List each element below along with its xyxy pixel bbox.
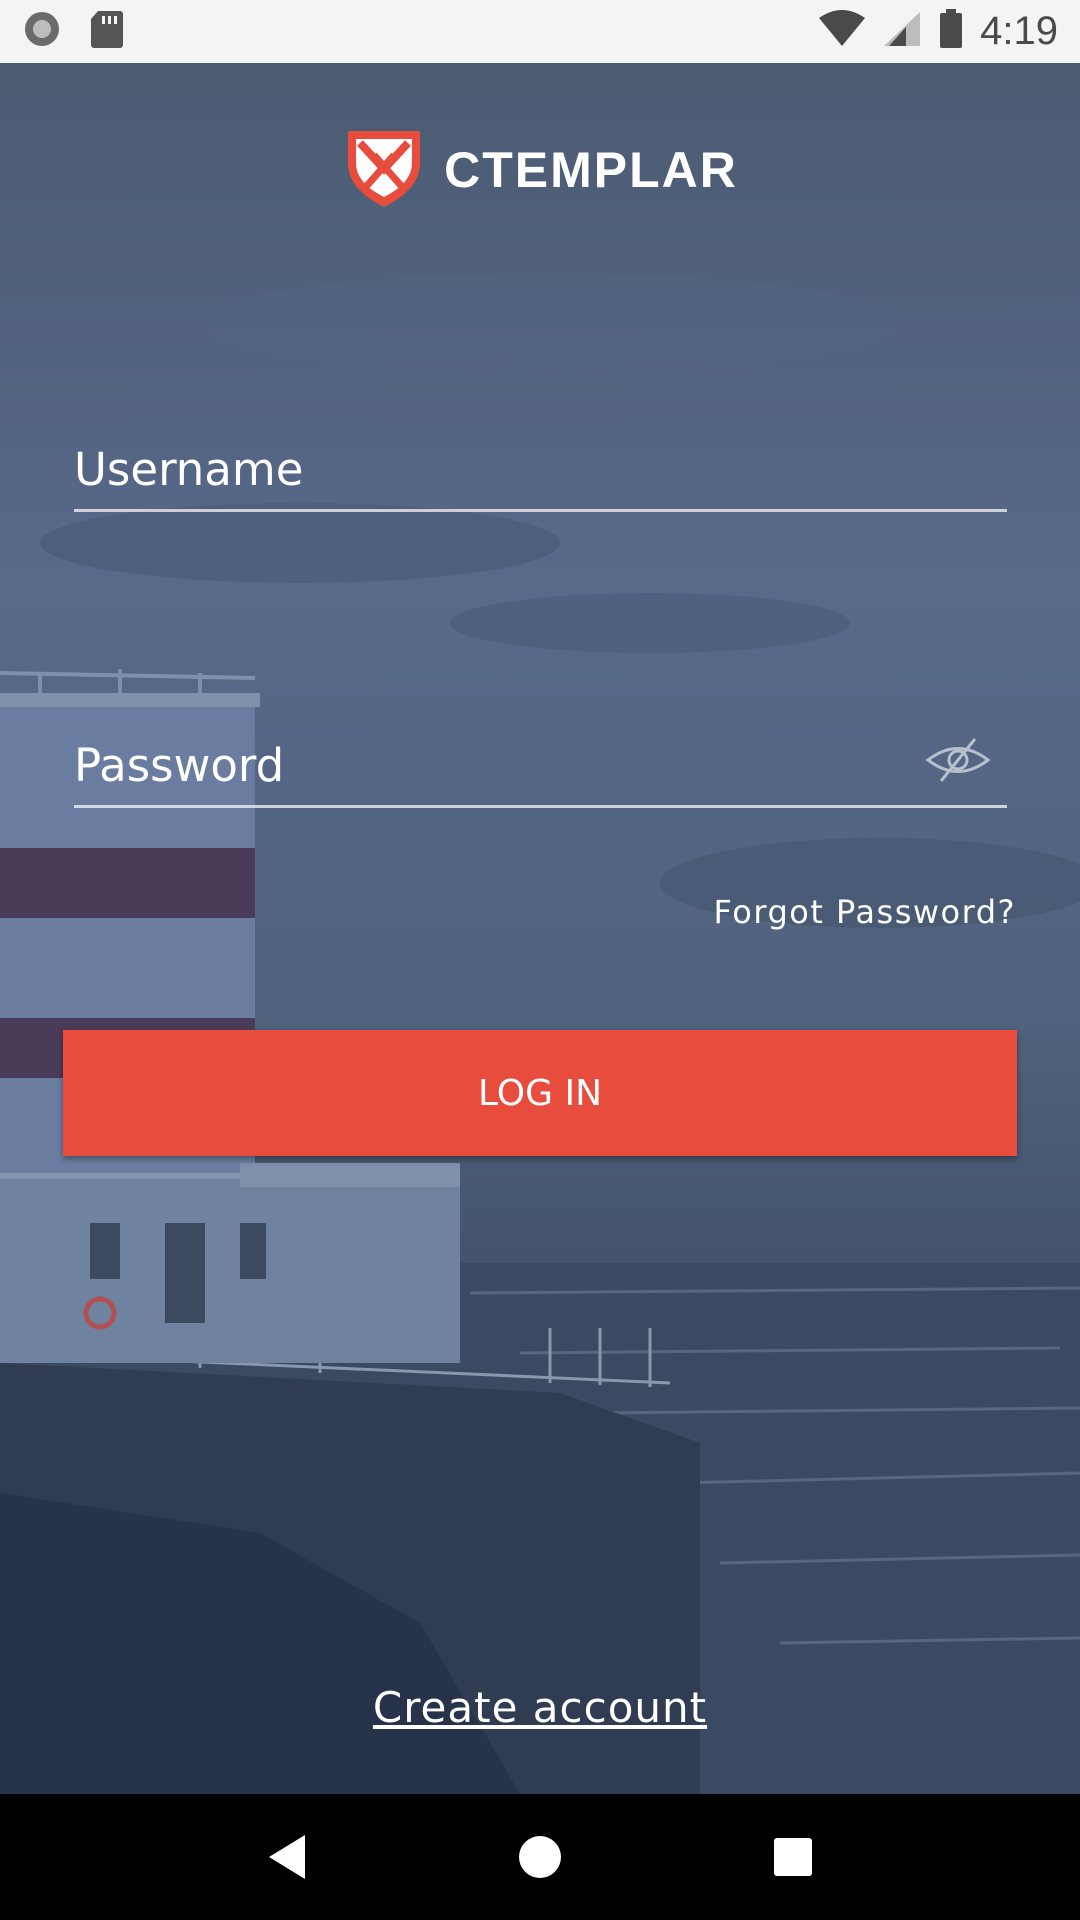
navigation-bar — [0, 1794, 1080, 1920]
status-bar: 4:19 — [0, 0, 1080, 63]
create-account-container: Create account — [0, 1683, 1080, 1732]
password-input[interactable] — [74, 725, 914, 805]
forgot-password-link[interactable]: Forgot Password? — [714, 893, 1017, 931]
login-screen: CTEMPLAR Forgot Password? LOG IN Create … — [0, 63, 1080, 1794]
status-time: 4:19 — [980, 9, 1058, 53]
login-button[interactable]: LOG IN — [63, 1030, 1017, 1156]
password-field-container — [74, 725, 1007, 808]
app-logo: CTEMPLAR — [0, 125, 1080, 214]
recents-icon[interactable] — [753, 1817, 833, 1897]
home-icon[interactable] — [500, 1817, 580, 1897]
ctemplar-shield-icon — [342, 125, 426, 214]
eye-off-icon[interactable] — [925, 735, 991, 785]
back-icon[interactable] — [247, 1817, 327, 1897]
create-account-link[interactable]: Create account — [373, 1683, 707, 1732]
circle-notification-icon — [22, 9, 62, 54]
username-input[interactable] — [74, 429, 1007, 509]
wifi-icon — [818, 10, 866, 53]
sd-card-icon — [90, 9, 124, 54]
brand-name: CTEMPLAR — [444, 141, 738, 198]
battery-icon — [938, 9, 964, 54]
cell-signal-icon — [882, 10, 922, 53]
username-field-container — [74, 429, 1007, 512]
